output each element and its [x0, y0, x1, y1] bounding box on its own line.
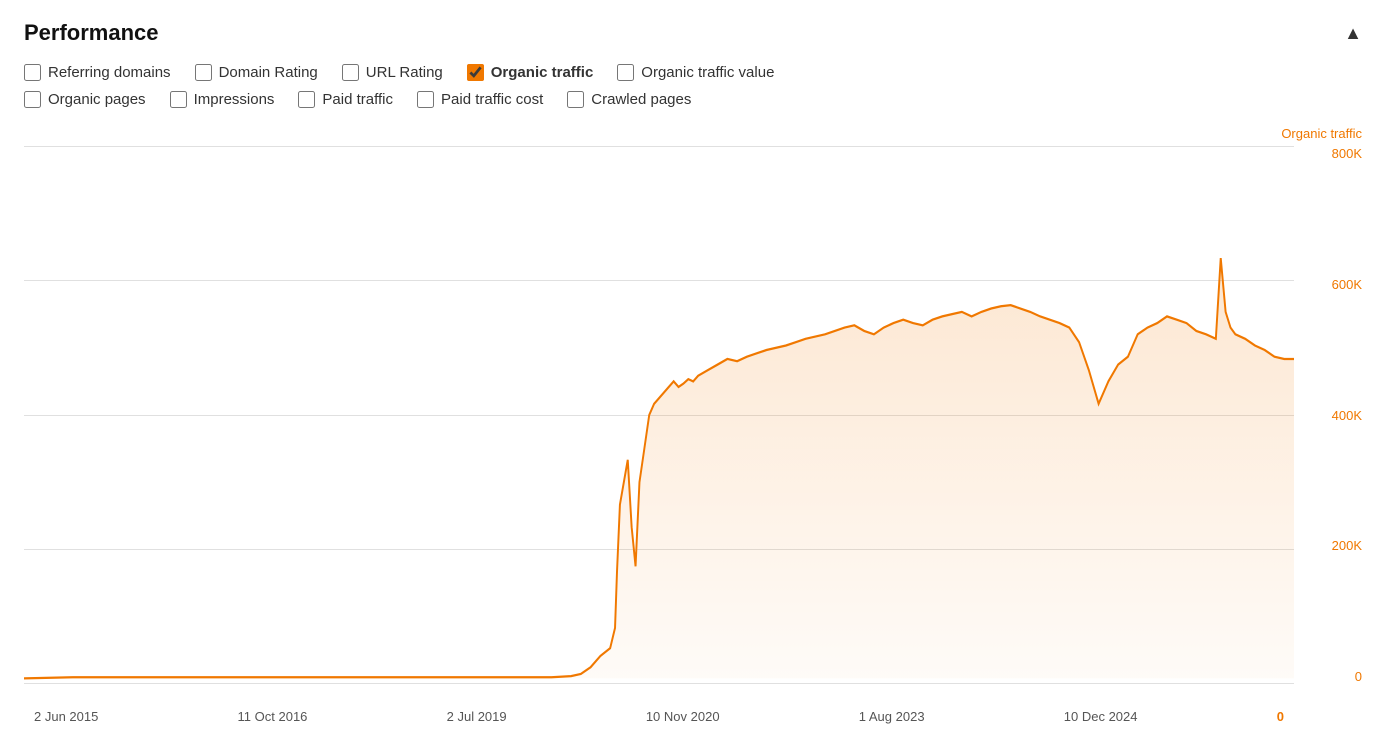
- y-label-0: 0: [1355, 669, 1362, 684]
- checkboxes-row-2: Organic pages Impressions Paid traffic Paid…: [24, 91, 1362, 108]
- chart-area: Organic traffic 800K 600K 400K: [24, 126, 1362, 724]
- checkbox-label-impressions: Impressions: [194, 91, 275, 108]
- checkbox-label-organic_pages: Organic pages: [48, 91, 146, 108]
- checkbox-label-organic_traffic: Organic traffic: [491, 64, 594, 81]
- checkbox-impressions[interactable]: Impressions: [170, 91, 275, 108]
- checkbox-organic_traffic_value[interactable]: Organic traffic value: [617, 64, 774, 81]
- chart-svg: [24, 146, 1294, 684]
- checkbox-input-url_rating[interactable]: [342, 64, 359, 81]
- checkbox-label-url_rating: URL Rating: [366, 64, 443, 81]
- checkbox-label-paid_traffic: Paid traffic: [322, 91, 393, 108]
- checkbox-input-referring_domains[interactable]: [24, 64, 41, 81]
- y-label-200k: 200K: [1332, 538, 1362, 553]
- checkbox-input-organic_traffic[interactable]: [467, 64, 484, 81]
- checkbox-input-organic_traffic_value[interactable]: [617, 64, 634, 81]
- checkboxes-row-1: Referring domains Domain Rating URL Rating…: [24, 64, 1362, 81]
- x-label-2023: 1 Aug 2023: [859, 709, 925, 724]
- x-label-2015: 2 Jun 2015: [34, 709, 98, 724]
- checkbox-paid_traffic_cost[interactable]: Paid traffic cost: [417, 91, 543, 108]
- collapse-icon[interactable]: ▲: [1344, 23, 1362, 44]
- checkbox-url_rating[interactable]: URL Rating: [342, 64, 443, 81]
- x-label-2016: 11 Oct 2016: [238, 709, 308, 724]
- y-label-400k: 400K: [1332, 408, 1362, 423]
- x-label-2020: 10 Nov 2020: [646, 709, 720, 724]
- checkbox-organic_pages[interactable]: Organic pages: [24, 91, 146, 108]
- checkbox-label-domain_rating: Domain Rating: [219, 64, 318, 81]
- x-label-2024: 10 Dec 2024: [1064, 709, 1138, 724]
- checkbox-paid_traffic[interactable]: Paid traffic: [298, 91, 393, 108]
- y-axis-labels: 800K 600K 400K 200K 0: [1302, 146, 1362, 684]
- x-axis-labels: 2 Jun 2015 11 Oct 2016 2 Jul 2019 10 Nov…: [24, 709, 1294, 724]
- x-label-zero: 0: [1277, 709, 1284, 724]
- x-label-2019: 2 Jul 2019: [447, 709, 507, 724]
- checkbox-organic_traffic[interactable]: Organic traffic: [467, 64, 594, 81]
- y-label-600k: 600K: [1332, 277, 1362, 292]
- checkbox-crawled_pages[interactable]: Crawled pages: [567, 91, 691, 108]
- checkbox-domain_rating[interactable]: Domain Rating: [195, 64, 318, 81]
- panel-title: Performance: [24, 20, 159, 46]
- checkbox-label-organic_traffic_value: Organic traffic value: [641, 64, 774, 81]
- performance-panel: Performance ▲ Referring domains Domain Ra…: [0, 0, 1386, 734]
- checkbox-label-crawled_pages: Crawled pages: [591, 91, 691, 108]
- checkbox-input-paid_traffic_cost[interactable]: [417, 91, 434, 108]
- checkbox-referring_domains[interactable]: Referring domains: [24, 64, 171, 81]
- chart-legend-label: Organic traffic: [1281, 126, 1362, 141]
- checkbox-input-crawled_pages[interactable]: [567, 91, 584, 108]
- checkbox-input-domain_rating[interactable]: [195, 64, 212, 81]
- checkbox-label-paid_traffic_cost: Paid traffic cost: [441, 91, 543, 108]
- panel-header: Performance ▲: [24, 20, 1362, 46]
- checkbox-label-referring_domains: Referring domains: [48, 64, 171, 81]
- checkbox-input-organic_pages[interactable]: [24, 91, 41, 108]
- y-label-800k: 800K: [1332, 146, 1362, 161]
- checkbox-input-impressions[interactable]: [170, 91, 187, 108]
- checkbox-input-paid_traffic[interactable]: [298, 91, 315, 108]
